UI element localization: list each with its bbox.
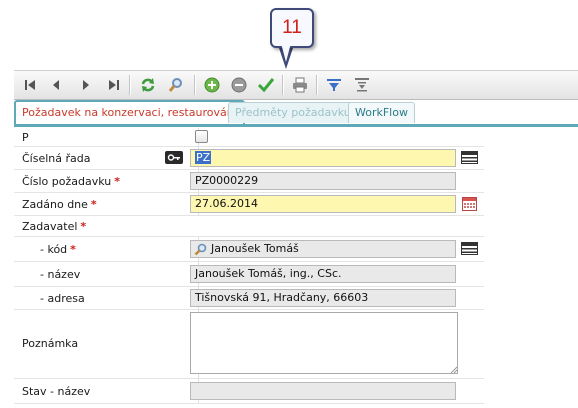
p-label: P (22, 131, 29, 144)
calendar-icon[interactable] (462, 197, 477, 214)
stav-field (190, 382, 456, 400)
required-mark: * (90, 198, 97, 211)
lookup-search-icon[interactable] (194, 243, 208, 259)
zadano-input[interactable]: 27.06.2014 (190, 195, 456, 213)
print-icon[interactable] (290, 75, 310, 95)
cislo-label: Číslo požadavku (22, 175, 112, 188)
remove-icon[interactable] (229, 75, 249, 95)
tab-workflow[interactable]: WorkFlow (348, 102, 415, 123)
p-checkbox[interactable] (195, 130, 208, 143)
next-icon[interactable] (76, 75, 96, 95)
row-ciselna-rada: Číselná řada PZ (14, 147, 484, 170)
row-zadano: Zadáno dne * 27.06.2014 (14, 193, 484, 216)
resize-handle-icon[interactable] (450, 366, 458, 374)
row-zadavatel: Zadavatel * (14, 216, 484, 237)
step-callout: 11 (270, 8, 314, 48)
kod-field[interactable]: Janoušek Tomáš (190, 240, 456, 258)
stav-label: Stav - název (22, 385, 91, 398)
key-icon[interactable] (165, 151, 183, 164)
tab-strip: Požadavek na konzervaci, restaurování Př… (14, 100, 578, 127)
callout-number: 11 (282, 17, 302, 38)
row-cislo: Číslo požadavku * PZ0000229 (14, 170, 484, 193)
toolbar (14, 70, 578, 100)
adresa-field: Tišnovská 91, Hradčany, 66603 (190, 289, 456, 307)
zadavatel-label: Zadavatel (22, 220, 78, 233)
nazev-field: Janoušek Tomáš, ing., CSc. (190, 265, 456, 283)
tab-pozadavek[interactable]: Požadavek na konzervaci, restaurování (14, 100, 245, 124)
row-poznamka: Poznámka (14, 310, 484, 379)
poznamka-label: Poznámka (22, 337, 79, 350)
row-adresa: - adresa Tišnovská 91, Hradčany, 66603 (14, 287, 484, 310)
adresa-label: - adresa (40, 292, 85, 305)
filter-clear-icon[interactable] (352, 75, 372, 95)
ciselna-rada-input[interactable]: PZ (190, 149, 456, 167)
first-icon[interactable] (20, 75, 40, 95)
required-mark: * (80, 220, 87, 233)
ciselna-rada-label: Číselná řada (22, 152, 91, 165)
list-picker-icon[interactable] (461, 242, 478, 258)
tab-predmety[interactable]: Předměty požadavku (228, 102, 358, 123)
zadano-label: Zadáno dne (22, 198, 88, 211)
row-p: P (14, 128, 484, 147)
list-picker-icon[interactable] (461, 151, 478, 167)
nazev-label: - název (40, 268, 81, 281)
row-nazev: - název Janoušek Tomáš, ing., CSc. (14, 262, 484, 287)
last-icon[interactable] (104, 75, 124, 95)
cislo-field: PZ0000229 (190, 172, 456, 190)
confirm-check-icon[interactable] (256, 75, 276, 95)
required-mark: * (70, 243, 76, 256)
row-stav: Stav - název (14, 379, 484, 404)
prev-icon[interactable] (46, 75, 66, 95)
refresh-icon[interactable] (138, 75, 158, 95)
required-mark: * (114, 175, 120, 188)
filter-icon[interactable] (324, 75, 344, 95)
kod-label: - kód (40, 243, 68, 256)
add-icon[interactable] (202, 75, 222, 95)
search-icon[interactable] (166, 75, 186, 95)
poznamka-textarea[interactable] (190, 312, 458, 374)
row-kod: - kód * Janoušek Tomáš (14, 237, 484, 262)
